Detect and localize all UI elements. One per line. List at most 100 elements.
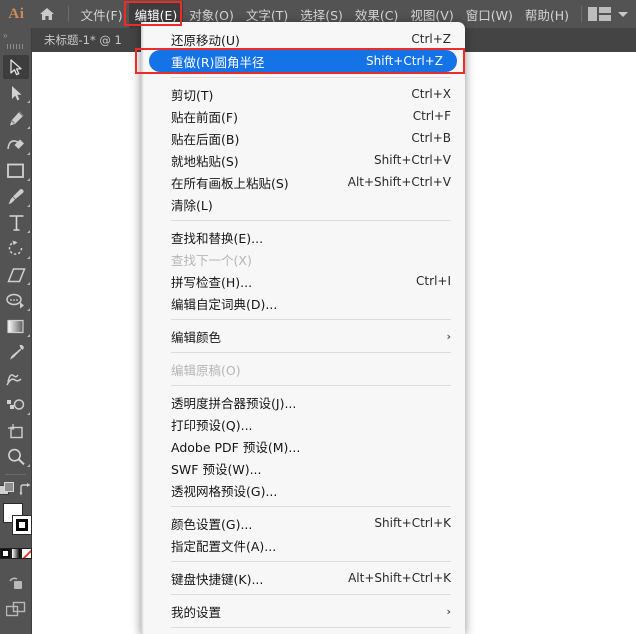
- eraser-icon: [3, 263, 29, 287]
- menu-item-label: SWF 预设(W)...: [171, 461, 262, 477]
- menu-item-shortcut: Alt+Shift+Ctrl+K: [348, 571, 451, 585]
- document-tab[interactable]: 未标题-1* @ 1: [32, 28, 134, 52]
- menu-item-label: 就地粘贴(S): [171, 153, 239, 169]
- fill-stroke-swatches[interactable]: [0, 501, 32, 543]
- menu-item[interactable]: 查找和替换(E)...: [141, 226, 465, 248]
- menu-item-label: 贴在后面(B): [171, 131, 240, 147]
- menubar-item-0[interactable]: 文件(F): [75, 1, 129, 28]
- tool-flyout-indicator[interactable]: [27, 230, 30, 233]
- stroke-swatch[interactable]: [12, 515, 32, 535]
- gradient-tool[interactable]: [0, 314, 32, 340]
- direct-selection-tool[interactable]: [0, 80, 32, 106]
- blend-tool[interactable]: [0, 366, 32, 392]
- menubar-divider-right: [581, 6, 582, 22]
- menu-item[interactable]: 打印预设(Q)...: [141, 413, 465, 435]
- rectangle-tool[interactable]: [0, 158, 32, 184]
- arrow-cursor-icon: [3, 55, 29, 79]
- lasso-tool[interactable]: [0, 288, 32, 314]
- menu-item-label: 查找下一个(X): [171, 252, 252, 268]
- collapse-panel-icon[interactable]: »: [0, 28, 31, 42]
- eraser-tool[interactable]: [0, 262, 32, 288]
- gradient-mode-icon[interactable]: [10, 547, 22, 559]
- menu-item[interactable]: 编辑颜色 ›: [141, 325, 465, 347]
- menu-item[interactable]: 透明度拼合器预设(J)...: [141, 391, 465, 413]
- swap-fill-stroke-icon[interactable]: [19, 482, 32, 496]
- menu-item[interactable]: 在所有画板上粘贴(S) Alt+Shift+Ctrl+V: [141, 171, 465, 193]
- menu-item[interactable]: 贴在前面(F) Ctrl+F: [141, 105, 465, 127]
- pen-icon: [3, 107, 29, 131]
- eyedropper-icon: [3, 341, 29, 365]
- menu-item[interactable]: 我的设置 ›: [141, 600, 465, 622]
- pen-tool[interactable]: [0, 106, 32, 132]
- toolbar-divider: [5, 474, 26, 475]
- menubar-right-group: [575, 6, 636, 22]
- menu-separator: [171, 561, 451, 562]
- menu-item[interactable]: 键盘快捷键(K)... Alt+Shift+Ctrl+K: [141, 567, 465, 589]
- menu-item-label: 透视网格预设(G)...: [171, 483, 278, 499]
- menu-item: 查找下一个(X): [141, 248, 465, 270]
- menu-item-shortcut: Ctrl+F: [412, 109, 451, 123]
- tool-flyout-indicator[interactable]: [27, 100, 30, 103]
- tool-flyout-indicator[interactable]: [27, 152, 30, 155]
- tool-flyout-indicator[interactable]: [27, 412, 30, 415]
- chevron-right-icon: ›: [446, 604, 451, 618]
- rotate-icon: [3, 237, 29, 261]
- tool-flyout-indicator[interactable]: [27, 204, 30, 207]
- menu-item[interactable]: 还原移动(U) Ctrl+Z: [141, 28, 465, 50]
- tool-flyout-indicator[interactable]: [27, 256, 30, 259]
- tools-panel: »: [0, 28, 33, 634]
- tool-flyout-indicator[interactable]: [27, 282, 30, 285]
- menu-item-label: 重做(R)圆角半径: [171, 54, 265, 70]
- menu-item-shortcut: Ctrl+X: [411, 87, 451, 101]
- menu-item[interactable]: 剪切(T) Ctrl+X: [141, 83, 465, 105]
- drawing-mode-icon[interactable]: [0, 482, 15, 496]
- zoom-tool[interactable]: [0, 444, 32, 470]
- menu-item[interactable]: 贴在后面(B) Ctrl+B: [141, 127, 465, 149]
- tool-flyout-indicator[interactable]: [27, 334, 30, 337]
- color-mode-icon[interactable]: [0, 547, 11, 559]
- eyedropper-tool[interactable]: [0, 340, 32, 366]
- panel-drag-handle[interactable]: [6, 42, 25, 51]
- menu-item[interactable]: 拼写检查(H)... Ctrl+I: [141, 270, 465, 292]
- workspace-layout-icon[interactable]: [588, 7, 611, 21]
- tool-flyout-indicator[interactable]: [27, 464, 30, 467]
- type-t-icon: [3, 211, 29, 235]
- menu-item[interactable]: 编辑自定词典(D)...: [141, 292, 465, 314]
- menu-item-label: 剪切(T): [171, 87, 214, 103]
- screen-mode-icon[interactable]: [0, 570, 32, 596]
- menu-item-label: 颜色设置(G)...: [171, 516, 253, 532]
- selection-tool[interactable]: [0, 54, 32, 80]
- menu-item-label: 编辑颜色: [171, 329, 222, 345]
- tool-flyout-indicator[interactable]: [27, 308, 30, 311]
- tool-flyout-indicator[interactable]: [27, 178, 30, 181]
- menu-item-label: 还原移动(U): [171, 32, 240, 48]
- paintbrush-tool[interactable]: [0, 184, 32, 210]
- app-logo: Ai: [8, 5, 25, 22]
- menu-item[interactable]: 透视网格预设(G)...: [141, 479, 465, 501]
- home-icon[interactable]: [33, 7, 62, 21]
- menu-item[interactable]: 指定配置文件(A)...: [141, 534, 465, 556]
- menu-item[interactable]: 就地粘贴(S) Shift+Ctrl+V: [141, 149, 465, 171]
- menu-item[interactable]: Adobe PDF 预设(M)...: [141, 435, 465, 457]
- artboard-tool[interactable]: [0, 418, 32, 444]
- chevron-down-icon[interactable]: [618, 11, 628, 17]
- menu-item-label: 清除(L): [171, 197, 213, 213]
- drawing-mode-group-icon[interactable]: [0, 596, 32, 622]
- menu-item[interactable]: 颜色设置(G)... Shift+Ctrl+K: [141, 512, 465, 534]
- menubar-item-7[interactable]: 窗口(W): [460, 1, 519, 28]
- tool-flyout-indicator[interactable]: [27, 126, 30, 129]
- shape-builder-tool[interactable]: [0, 392, 32, 418]
- menu-item[interactable]: 重做(R)圆角半径 Shift+Ctrl+Z: [149, 50, 457, 72]
- menu-item-shortcut: Shift+Ctrl+V: [374, 153, 451, 167]
- menu-separator: [171, 594, 451, 595]
- rotate-tool[interactable]: [0, 236, 32, 262]
- menubar-item-8[interactable]: 帮助(H): [519, 1, 575, 28]
- menu-item-label: 拼写检查(H)...: [171, 274, 253, 290]
- curvature-tool[interactable]: [0, 132, 32, 158]
- menu-item[interactable]: 清除(L): [141, 193, 465, 215]
- menu-separator: [171, 506, 451, 507]
- none-mode-icon[interactable]: [21, 547, 33, 559]
- menu-item[interactable]: SWF 预设(W)...: [141, 457, 465, 479]
- type-tool[interactable]: [0, 210, 32, 236]
- menu-separator: [171, 319, 451, 320]
